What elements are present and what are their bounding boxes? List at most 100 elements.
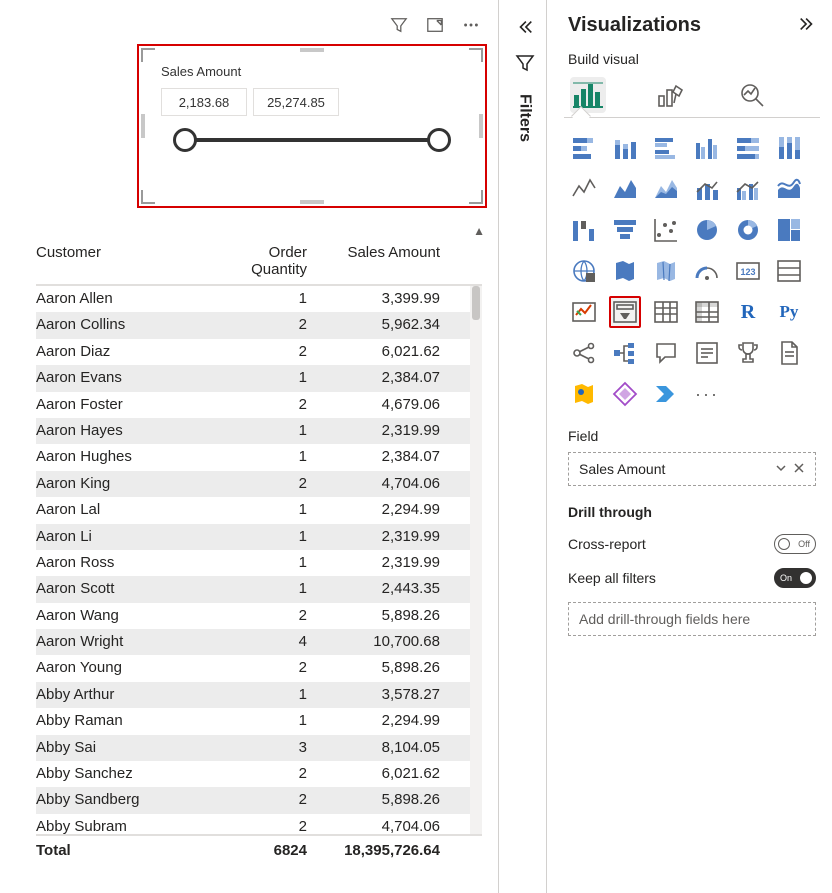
slider-track[interactable] <box>185 138 439 142</box>
viz-type-py-visual[interactable]: Py <box>773 296 805 328</box>
table-row[interactable]: Aaron Hayes12,319.99 <box>36 418 482 444</box>
viz-type-kpi[interactable] <box>568 296 600 328</box>
filters-funnel-icon[interactable] <box>515 53 535 76</box>
table-row[interactable]: Aaron Evans12,384.07 <box>36 365 482 391</box>
viz-type-key-influencers[interactable] <box>568 337 600 369</box>
slider-thumb-min[interactable] <box>173 128 197 152</box>
focus-mode-icon[interactable] <box>426 16 444 37</box>
viz-type-shape-map[interactable] <box>650 255 682 287</box>
cell-amount: 2,294.99 <box>321 497 446 523</box>
viz-type-funnel[interactable] <box>609 214 641 246</box>
col-header-amount[interactable]: Sales Amount <box>321 244 446 278</box>
keep-filters-toggle[interactable] <box>774 568 816 588</box>
table-row[interactable]: Aaron Diaz26,021.62 <box>36 339 482 365</box>
table-row[interactable]: Aaron Collins25,962.34 <box>36 312 482 338</box>
table-visual[interactable]: Customer Order Quantity Sales Amount ▲ A… <box>36 244 482 864</box>
footer-qty: 6824 <box>211 836 321 864</box>
table-row[interactable]: Abby Sanchez26,021.62 <box>36 761 482 787</box>
viz-type-clustered-column[interactable] <box>691 132 723 164</box>
tab-format-visual[interactable] <box>652 77 688 113</box>
filters-pane-collapsed[interactable]: Filters <box>503 0 547 893</box>
more-options-icon[interactable] <box>462 16 480 37</box>
viz-type-narrative[interactable] <box>691 337 723 369</box>
table-row[interactable]: Abby Subram24,704.06 <box>36 814 482 834</box>
table-row[interactable]: Aaron King24,704.06 <box>36 471 482 497</box>
viz-type-arcgis[interactable] <box>568 378 600 410</box>
viz-type-filled-map[interactable] <box>609 255 641 287</box>
slider-thumb-max[interactable] <box>427 128 451 152</box>
cell-amount: 5,898.26 <box>321 603 446 629</box>
table-row[interactable]: Aaron Allen13,399.99 <box>36 286 482 312</box>
viz-type-decomposition-tree[interactable] <box>609 337 641 369</box>
table-row[interactable]: Aaron Young25,898.26 <box>36 655 482 681</box>
table-row[interactable]: Abby Sai38,104.05 <box>36 735 482 761</box>
viz-type-stacked-column[interactable] <box>609 132 641 164</box>
col-header-qty[interactable]: Order Quantity <box>211 244 321 278</box>
viz-type-slicer[interactable] <box>609 296 641 328</box>
field-well[interactable]: Sales Amount <box>568 452 816 486</box>
table-row[interactable]: Aaron Wang25,898.26 <box>36 603 482 629</box>
viz-type-card[interactable]: 123 <box>732 255 764 287</box>
scrollbar[interactable] <box>470 286 482 834</box>
viz-type-multi-card[interactable] <box>773 255 805 287</box>
viz-type-gauge[interactable] <box>691 255 723 287</box>
viz-type-clustered-bar[interactable] <box>650 132 682 164</box>
slicer-min-input[interactable] <box>161 88 247 116</box>
viz-type-r-visual[interactable]: R <box>732 296 764 328</box>
viz-type-hundred-column[interactable] <box>773 132 805 164</box>
viz-type-hundred-bar[interactable] <box>732 132 764 164</box>
col-header-customer[interactable]: Customer <box>36 244 211 278</box>
expand-icon[interactable] <box>798 15 816 36</box>
drill-through-field-well[interactable]: Add drill-through fields here <box>568 602 816 636</box>
viz-type-line[interactable] <box>568 173 600 205</box>
table-row[interactable]: Aaron Hughes12,384.07 <box>36 444 482 470</box>
viz-type-scatter[interactable] <box>650 214 682 246</box>
remove-field-icon[interactable] <box>793 461 805 477</box>
cell-amount: 2,294.99 <box>321 708 446 734</box>
viz-type-stacked-area[interactable] <box>650 173 682 205</box>
table-row[interactable]: Abby Raman12,294.99 <box>36 708 482 734</box>
viz-type-map[interactable] <box>568 255 600 287</box>
table-row[interactable]: Aaron Lal12,294.99 <box>36 497 482 523</box>
viz-type-power-automate[interactable] <box>650 378 682 410</box>
tab-build-visual[interactable] <box>570 77 606 113</box>
viz-type-line-stacked-column[interactable] <box>691 173 723 205</box>
cell-qty: 2 <box>211 603 321 629</box>
table-row[interactable]: Aaron Scott12,443.35 <box>36 576 482 602</box>
filters-label: Filters <box>516 94 534 142</box>
table-row[interactable]: Aaron Foster24,679.06 <box>36 392 482 418</box>
cell-amount: 4,704.06 <box>321 471 446 497</box>
scroll-up-icon[interactable]: ▲ <box>473 224 485 238</box>
viz-type-table[interactable] <box>650 296 682 328</box>
cell-customer: Aaron Lal <box>36 497 211 523</box>
viz-type-more-visuals[interactable]: ··· <box>691 378 723 410</box>
viz-type-stacked-bar[interactable] <box>568 132 600 164</box>
cell-qty: 3 <box>211 735 321 761</box>
viz-type-qna[interactable] <box>650 337 682 369</box>
viz-type-power-apps[interactable] <box>609 378 641 410</box>
viz-type-treemap[interactable] <box>773 214 805 246</box>
table-row[interactable]: Aaron Li12,319.99 <box>36 524 482 550</box>
collapse-icon[interactable] <box>516 18 534 39</box>
drill-through-label: Drill through <box>568 504 816 520</box>
viz-type-matrix[interactable] <box>691 296 723 328</box>
table-row[interactable]: Abby Arthur13,578.27 <box>36 682 482 708</box>
chevron-down-icon[interactable] <box>775 461 787 477</box>
viz-type-waterfall[interactable] <box>568 214 600 246</box>
cross-report-toggle[interactable] <box>774 534 816 554</box>
table-row[interactable]: Aaron Wright410,700.68 <box>36 629 482 655</box>
viz-type-line-clustered-column[interactable] <box>732 173 764 205</box>
slicer-visual[interactable]: Sales Amount <box>137 44 487 208</box>
viz-type-goals[interactable] <box>732 337 764 369</box>
viz-type-donut[interactable] <box>732 214 764 246</box>
viz-type-pie[interactable] <box>691 214 723 246</box>
filter-icon[interactable] <box>390 16 408 37</box>
keep-filters-label: Keep all filters <box>568 570 656 586</box>
slicer-max-input[interactable] <box>253 88 339 116</box>
viz-type-area[interactable] <box>609 173 641 205</box>
table-row[interactable]: Aaron Ross12,319.99 <box>36 550 482 576</box>
viz-type-ribbon[interactable] <box>773 173 805 205</box>
table-row[interactable]: Abby Sandberg25,898.26 <box>36 787 482 813</box>
tab-analytics[interactable] <box>734 77 770 113</box>
viz-type-paginated-report[interactable] <box>773 337 805 369</box>
